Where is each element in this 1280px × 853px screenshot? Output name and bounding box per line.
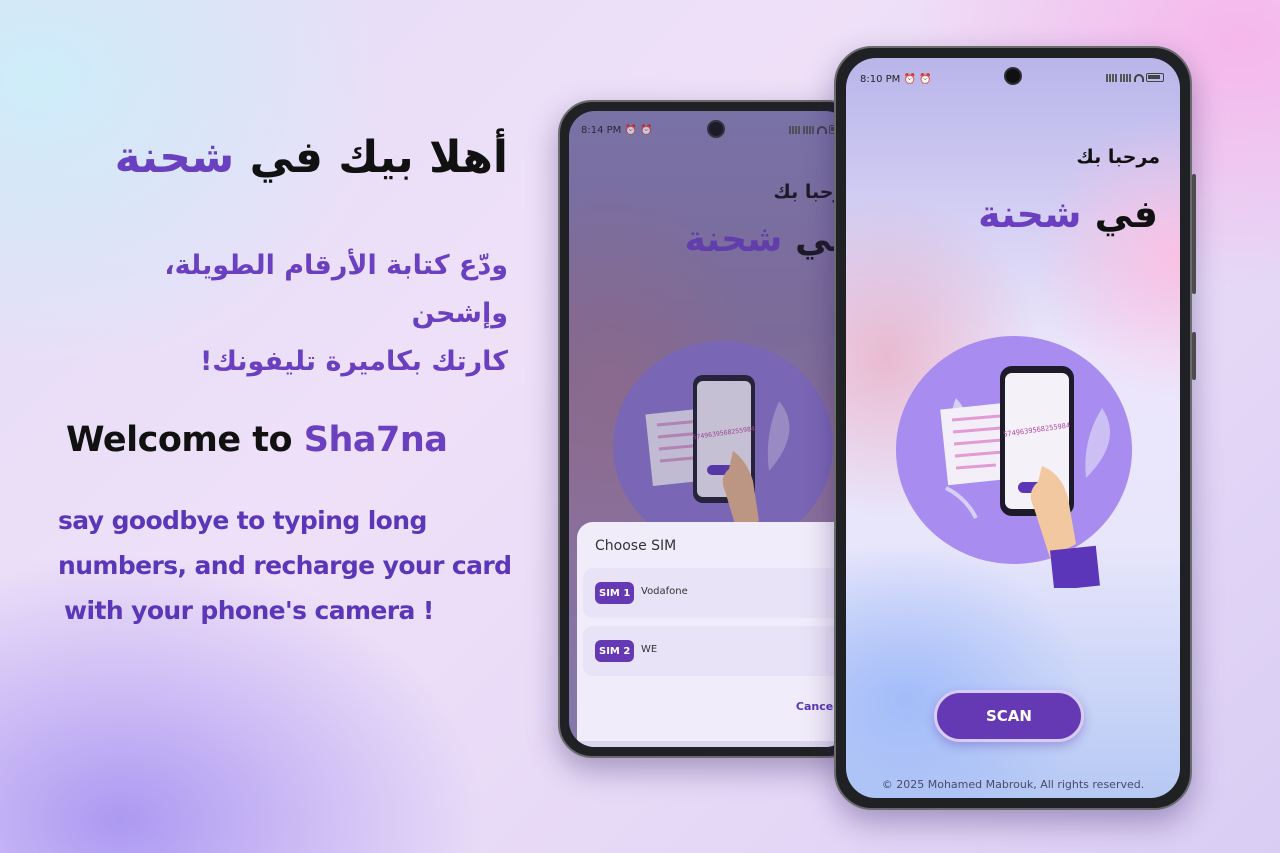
phone-scan-illustration: 5749639568255984 bbox=[940, 366, 1111, 588]
english-subtitle-line1: say goodbye to typing long bbox=[58, 506, 427, 535]
arabic-headline-part1: أهلا بيك في bbox=[249, 132, 508, 183]
sim-option-2[interactable]: SIM 2 WE bbox=[583, 626, 851, 676]
sim-carrier-name: Vodafone bbox=[641, 586, 688, 597]
welcome-prefix: في bbox=[1094, 192, 1158, 236]
signal-icon bbox=[1106, 73, 1118, 82]
copyright-text: © 2025 Mohamed Mabrouk, All rights reser… bbox=[881, 778, 1145, 791]
sim-badge: SIM 2 bbox=[595, 640, 635, 662]
signal-icon bbox=[1120, 73, 1132, 82]
sim-option-1[interactable]: SIM 1 Vodafone bbox=[583, 568, 851, 618]
welcome-text-line1: مرحبا بك bbox=[1076, 146, 1160, 168]
nav-bar bbox=[569, 741, 851, 747]
front-phone-screen: 8:10 PM ⏰ ⏰ مرحبا بك في شحنة 57496395682… bbox=[846, 58, 1180, 798]
wifi-icon bbox=[1134, 73, 1144, 82]
front-phone-mockup: 8:10 PM ⏰ ⏰ مرحبا بك في شحنة 57496395682… bbox=[834, 46, 1196, 810]
english-headline: Welcome to Sha7na bbox=[66, 420, 448, 460]
volume-button bbox=[1192, 174, 1196, 294]
scan-button[interactable]: SCAN bbox=[934, 690, 1084, 742]
arabic-subtitle-line2: كارتك بكاميرة تليفونك! bbox=[199, 346, 508, 377]
back-phone-mockup: 8:14 PM ⏰ ⏰ مرحبا بك في شحنة 57496395682… bbox=[558, 100, 862, 758]
english-subtitle-line3: with your phone's camera ! bbox=[64, 596, 434, 625]
welcome-text-line2: في شحنة bbox=[978, 192, 1158, 236]
sim-carrier-name: WE bbox=[641, 644, 658, 655]
status-time: 8:10 PM ⏰ ⏰ bbox=[860, 74, 932, 85]
sheet-title: Choose SIM bbox=[595, 538, 677, 554]
arabic-headline-brand: شحنة bbox=[114, 132, 235, 183]
arabic-subtitle: ودّع كتابة الأرقام الطويلة، وإشحن كارتك ب… bbox=[88, 242, 508, 386]
power-button bbox=[1192, 332, 1196, 380]
welcome-brand: شحنة bbox=[978, 192, 1082, 236]
english-headline-part1: Welcome to bbox=[66, 420, 293, 460]
camera-hole-icon bbox=[1004, 67, 1022, 85]
choose-sim-sheet: Choose SIM SIM 1 Vodafone SIM 2 WE Cance… bbox=[577, 522, 851, 747]
arabic-headline: أهلا بيك في شحنة bbox=[115, 132, 508, 183]
sim-badge: SIM 1 bbox=[595, 582, 635, 604]
battery-icon bbox=[1146, 73, 1164, 82]
cancel-button[interactable]: Cancel bbox=[796, 700, 837, 713]
status-icons bbox=[1106, 73, 1164, 83]
english-headline-brand: Sha7na bbox=[303, 420, 448, 460]
english-subtitle: say goodbye to typing long numbers, and … bbox=[58, 498, 512, 633]
back-phone-screen: 8:14 PM ⏰ ⏰ مرحبا بك في شحنة 57496395682… bbox=[569, 111, 851, 747]
arabic-subtitle-line1: ودّع كتابة الأرقام الطويلة، وإشحن bbox=[164, 250, 508, 329]
english-subtitle-line2: numbers, and recharge your card bbox=[58, 551, 512, 580]
alarm-clock-icon: ⏰ ⏰ bbox=[903, 74, 932, 85]
